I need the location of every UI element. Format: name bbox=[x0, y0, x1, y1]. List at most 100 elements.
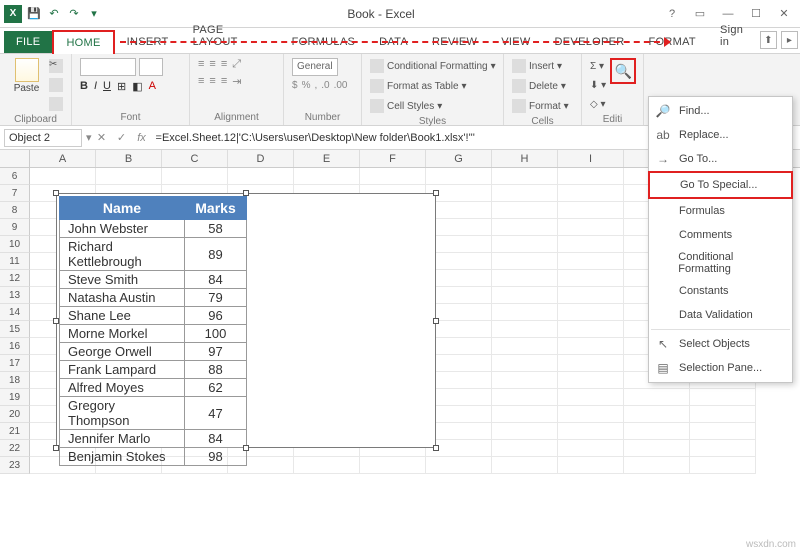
align-right-button[interactable]: ≡ bbox=[221, 75, 227, 88]
cell[interactable] bbox=[624, 406, 690, 423]
cell[interactable] bbox=[558, 457, 624, 474]
cell[interactable] bbox=[624, 423, 690, 440]
collapse-ribbon-icon[interactable]: ▸ bbox=[781, 31, 798, 49]
tab-page-layout[interactable]: PAGE LAYOUT bbox=[181, 19, 280, 53]
row-header[interactable]: 8 bbox=[0, 202, 30, 219]
cell[interactable] bbox=[492, 355, 558, 372]
cell[interactable] bbox=[492, 168, 558, 185]
align-center-button[interactable]: ≡ bbox=[209, 75, 215, 88]
row-header[interactable]: 12 bbox=[0, 270, 30, 287]
resize-handle[interactable] bbox=[433, 190, 439, 196]
menu-constants[interactable]: Constants bbox=[649, 279, 792, 303]
menu-replace[interactable]: abReplace... bbox=[649, 123, 792, 147]
indent-button[interactable]: ⇥ bbox=[232, 75, 241, 88]
row-header[interactable]: 16 bbox=[0, 338, 30, 355]
cell[interactable] bbox=[492, 304, 558, 321]
cell[interactable] bbox=[360, 168, 426, 185]
delete-cells-button[interactable]: Delete ▾ bbox=[512, 78, 566, 94]
cell[interactable] bbox=[558, 270, 624, 287]
cell[interactable] bbox=[228, 168, 294, 185]
clear-button[interactable]: ◇ ▾ bbox=[590, 96, 606, 112]
cell[interactable] bbox=[624, 440, 690, 457]
row-header[interactable]: 14 bbox=[0, 304, 30, 321]
font-color-button[interactable]: A bbox=[149, 80, 156, 93]
resize-handle[interactable] bbox=[243, 190, 249, 196]
conditional-formatting-button[interactable]: Conditional Formatting ▾ bbox=[370, 58, 496, 74]
number-format-picker[interactable]: General bbox=[292, 58, 338, 76]
row-header[interactable]: 11 bbox=[0, 253, 30, 270]
cell[interactable] bbox=[492, 202, 558, 219]
cell[interactable] bbox=[426, 457, 492, 474]
cell[interactable] bbox=[492, 253, 558, 270]
autosum-button[interactable]: Σ ▾ bbox=[590, 58, 606, 74]
cell[interactable] bbox=[492, 389, 558, 406]
cell[interactable] bbox=[558, 287, 624, 304]
cell[interactable] bbox=[558, 423, 624, 440]
redo-icon[interactable]: ↷ bbox=[66, 6, 82, 22]
cancel-formula-icon[interactable]: ✕ bbox=[94, 130, 110, 146]
column-header[interactable]: B bbox=[96, 150, 162, 167]
align-middle-button[interactable]: ≡ bbox=[209, 58, 215, 71]
row-header[interactable]: 7 bbox=[0, 185, 30, 202]
close-icon[interactable]: ✕ bbox=[772, 4, 796, 24]
cell[interactable] bbox=[492, 219, 558, 236]
enter-formula-icon[interactable]: ✓ bbox=[114, 130, 130, 146]
menu-conditional-formatting[interactable]: Conditional Formatting bbox=[649, 247, 792, 279]
menu-data-validation[interactable]: Data Validation bbox=[649, 303, 792, 327]
cell[interactable] bbox=[558, 236, 624, 253]
orientation-button[interactable]: ⤢ bbox=[232, 58, 241, 71]
cell[interactable] bbox=[558, 168, 624, 185]
menu-goto[interactable]: →Go To... bbox=[649, 147, 792, 171]
cell[interactable] bbox=[492, 321, 558, 338]
cell[interactable] bbox=[558, 219, 624, 236]
menu-find[interactable]: 🔎Find... bbox=[649, 99, 792, 123]
cell[interactable] bbox=[492, 440, 558, 457]
cell[interactable] bbox=[492, 338, 558, 355]
resize-handle[interactable] bbox=[243, 445, 249, 451]
cell[interactable] bbox=[492, 287, 558, 304]
border-button[interactable]: ⊞ bbox=[117, 80, 126, 93]
column-header[interactable]: F bbox=[360, 150, 426, 167]
align-left-button[interactable]: ≡ bbox=[198, 75, 204, 88]
cell[interactable] bbox=[558, 304, 624, 321]
cell[interactable] bbox=[96, 168, 162, 185]
column-header[interactable]: C bbox=[162, 150, 228, 167]
namebox-dropdown-icon[interactable]: ▾ bbox=[86, 131, 92, 144]
cell[interactable] bbox=[492, 236, 558, 253]
menu-selection-pane[interactable]: ▤Selection Pane... bbox=[649, 356, 792, 380]
tab-home[interactable]: HOME bbox=[52, 30, 114, 54]
column-header[interactable]: E bbox=[294, 150, 360, 167]
cell[interactable] bbox=[558, 389, 624, 406]
row-header[interactable]: 20 bbox=[0, 406, 30, 423]
column-header[interactable]: G bbox=[426, 150, 492, 167]
align-bottom-button[interactable]: ≡ bbox=[221, 58, 227, 71]
resize-handle[interactable] bbox=[53, 318, 59, 324]
cell[interactable] bbox=[294, 168, 360, 185]
cell[interactable] bbox=[558, 372, 624, 389]
format-cells-button[interactable]: Format ▾ bbox=[512, 98, 569, 114]
paste-button[interactable]: Paste bbox=[8, 58, 45, 94]
cell[interactable] bbox=[492, 372, 558, 389]
copy-button[interactable] bbox=[49, 77, 63, 93]
cell[interactable] bbox=[426, 168, 492, 185]
column-header[interactable]: A bbox=[30, 150, 96, 167]
cell[interactable] bbox=[558, 185, 624, 202]
cell[interactable] bbox=[492, 406, 558, 423]
increase-decimal-button[interactable]: .0 bbox=[321, 80, 329, 91]
row-header[interactable]: 18 bbox=[0, 372, 30, 389]
insert-cells-button[interactable]: Insert ▾ bbox=[512, 58, 562, 74]
row-header[interactable]: 17 bbox=[0, 355, 30, 372]
row-header[interactable]: 13 bbox=[0, 287, 30, 304]
italic-button[interactable]: I bbox=[94, 80, 97, 93]
format-as-table-button[interactable]: Format as Table ▾ bbox=[370, 78, 467, 94]
cell[interactable] bbox=[690, 389, 756, 406]
percent-button[interactable]: % bbox=[302, 80, 311, 91]
fill-button[interactable]: ⬇ ▾ bbox=[590, 77, 606, 93]
tab-file[interactable]: FILE bbox=[4, 31, 52, 53]
cell[interactable] bbox=[558, 202, 624, 219]
cell[interactable] bbox=[690, 406, 756, 423]
comma-button[interactable]: , bbox=[314, 80, 317, 91]
row-header[interactable]: 19 bbox=[0, 389, 30, 406]
menu-formulas[interactable]: Formulas bbox=[649, 199, 792, 223]
currency-button[interactable]: $ bbox=[292, 80, 298, 91]
